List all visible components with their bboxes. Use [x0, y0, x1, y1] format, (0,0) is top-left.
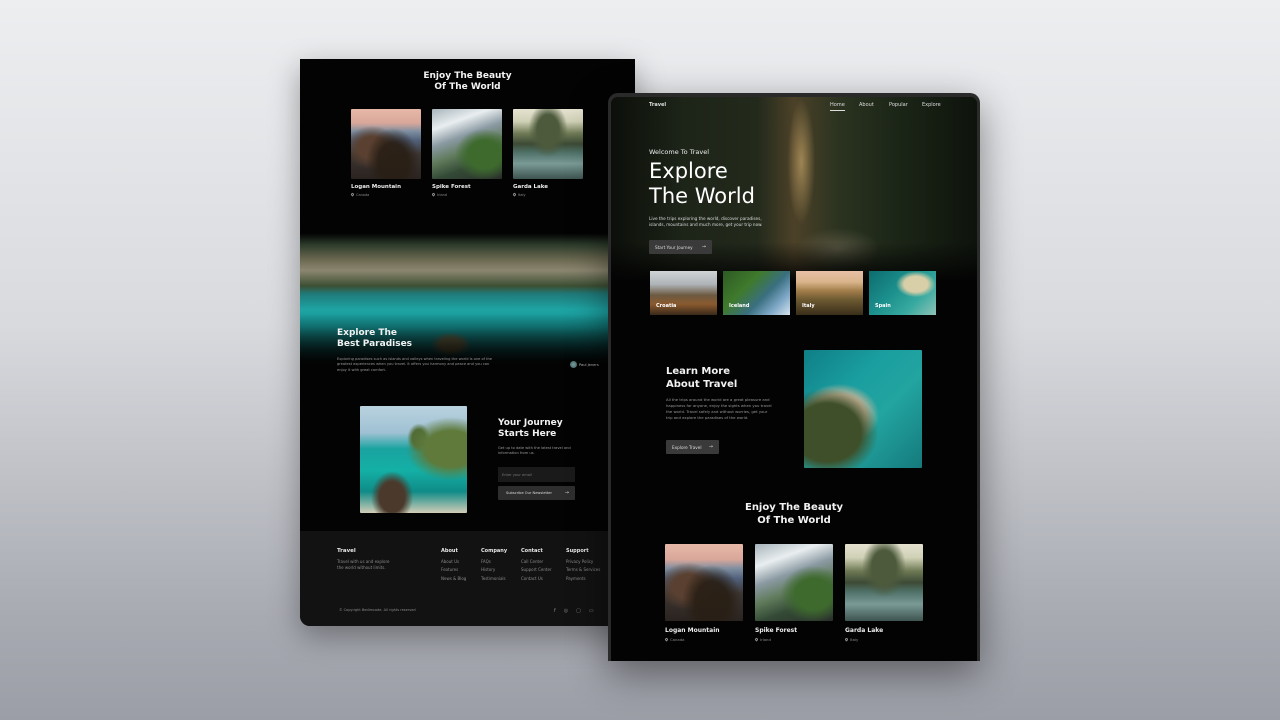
message-icon[interactable]: ▭: [589, 608, 594, 614]
author-name: Paul Jeners: [579, 362, 599, 367]
right-device-frame: Travel Home About Popular Explore Welcom…: [608, 93, 980, 661]
footer-col-title: Support: [566, 548, 589, 554]
location-pin-icon: [350, 192, 355, 197]
footer: Travel Travel with us and explore the wo…: [300, 531, 635, 626]
hero-title: Explore The World: [649, 159, 755, 209]
about-title: Learn More About Travel: [666, 366, 738, 390]
nav-brand[interactable]: Travel: [649, 102, 666, 108]
footer-link[interactable]: Contact Us: [521, 576, 543, 581]
location-pin-icon: [431, 192, 436, 197]
start-journey-button[interactable]: Start Your Journey →: [649, 240, 712, 254]
card-location: Canada: [664, 637, 684, 642]
newsletter-description: Get up to date with the latest travel an…: [498, 446, 571, 456]
paradise-description: Exploring paradises such as islands and …: [337, 357, 492, 372]
footer-link[interactable]: FAQs: [481, 559, 491, 564]
footer-col-title: About: [441, 548, 458, 554]
arrow-right-icon: →: [701, 244, 706, 250]
destination-card-italy[interactable]: Italy: [796, 271, 863, 315]
destination-card-croatia[interactable]: Croatia: [650, 271, 717, 315]
explore-travel-button[interactable]: Explore Travel →: [666, 440, 719, 454]
subscribe-label: Subscribe Our Newsletter: [506, 491, 552, 495]
footer-brand[interactable]: Travel: [337, 548, 356, 554]
destination-label: Iceland: [729, 303, 750, 309]
destination-label: Croatia: [656, 303, 677, 309]
title-line-2: Of The World: [434, 82, 501, 93]
destination-card-iceland[interactable]: Iceland: [723, 271, 790, 315]
footer-link[interactable]: Features: [441, 567, 458, 572]
card-location: Canada: [350, 192, 369, 197]
card-location: Italy: [512, 192, 526, 197]
right-page-preview: Travel Home About Popular Explore Welcom…: [611, 97, 977, 661]
card-name: Spike Forest: [432, 184, 471, 190]
footer-link[interactable]: Testimonials: [481, 576, 506, 581]
logan-mountain-image[interactable]: [351, 109, 421, 179]
nav-about[interactable]: About: [859, 102, 874, 108]
garda-lake-image[interactable]: [845, 544, 923, 621]
aerial-coast-image: [804, 350, 922, 468]
footer-link[interactable]: News & Blog: [441, 576, 466, 581]
paradise-title: Explore The Best Paradises: [337, 328, 413, 350]
left-page-preview: Enjoy The Beauty Of The World Logan Moun…: [300, 59, 635, 626]
copyright: © Copyright Bedimcode. All rights reserv…: [339, 608, 416, 612]
card-location: Irland: [431, 192, 447, 197]
card-name: Garda Lake: [845, 627, 884, 634]
card-location: Irland: [754, 637, 771, 642]
spike-forest-image[interactable]: [432, 109, 502, 179]
footer-link[interactable]: Terms & Services: [566, 567, 600, 572]
footer-link[interactable]: Payments: [566, 576, 586, 581]
arrow-right-icon: →: [564, 490, 569, 496]
card-name: Logan Mountain: [665, 627, 720, 634]
start-journey-label: Start Your Journey: [655, 244, 693, 250]
card-name: Garda Lake: [513, 184, 548, 190]
card-name: Spike Forest: [755, 627, 798, 634]
location-pin-icon: [512, 192, 517, 197]
author-avatar: [570, 361, 577, 368]
footer-link[interactable]: Privacy Policy: [566, 559, 593, 564]
island-image: [360, 406, 467, 513]
garda-lake-image[interactable]: [513, 109, 583, 179]
footer-col-title: Company: [481, 548, 508, 554]
footer-tagline: Travel with us and explore the world wit…: [337, 559, 390, 570]
footer-link[interactable]: About Us: [441, 559, 459, 564]
footer-link[interactable]: Call Center: [521, 559, 543, 564]
footer-link[interactable]: History: [481, 567, 495, 572]
explore-travel-label: Explore Travel: [672, 444, 702, 450]
arrow-right-icon: →: [708, 444, 713, 450]
logan-mountain-image[interactable]: [665, 544, 743, 621]
beauty-section-title: Enjoy The Beauty Of The World: [300, 71, 635, 94]
instagram-icon[interactable]: ◎: [564, 608, 568, 614]
spike-forest-image[interactable]: [755, 544, 833, 621]
nav-popular[interactable]: Popular: [889, 102, 908, 108]
beauty-section-title: Enjoy The Beauty Of The World: [744, 502, 844, 526]
email-placeholder: Enter your email: [502, 472, 532, 477]
location-pin-icon: [844, 637, 849, 642]
card-name: Logan Mountain: [351, 184, 401, 190]
nav-home[interactable]: Home: [830, 102, 845, 111]
author-badge[interactable]: Paul Jeners: [570, 361, 599, 368]
about-description: All the trips around the world are a gre…: [666, 397, 772, 420]
footer-col-title: Contact: [521, 548, 543, 554]
destination-label: Italy: [802, 303, 815, 309]
facebook-icon[interactable]: f: [554, 608, 556, 614]
location-pin-icon: [664, 637, 669, 642]
nav-explore[interactable]: Explore: [922, 102, 941, 108]
title-line-1: Enjoy The Beauty: [423, 71, 512, 81]
destination-card-spain[interactable]: Spain: [869, 271, 936, 315]
subscribe-button[interactable]: Subscribe Our Newsletter →: [498, 486, 575, 500]
destination-label: Spain: [875, 303, 891, 309]
hero-subtitle: Welcome To Travel: [649, 148, 710, 156]
footer-link[interactable]: Support Center: [521, 567, 552, 572]
newsletter-title: Your Journey Starts Here: [498, 418, 563, 440]
hero-description: Live the trips exploring the world, disc…: [649, 216, 763, 228]
email-input[interactable]: Enter your email: [498, 467, 575, 482]
social-links: f ◎ ▢ ▭: [554, 608, 594, 614]
location-pin-icon: [754, 637, 759, 642]
twitter-icon[interactable]: ▢: [576, 608, 581, 614]
card-location: Italy: [844, 637, 858, 642]
